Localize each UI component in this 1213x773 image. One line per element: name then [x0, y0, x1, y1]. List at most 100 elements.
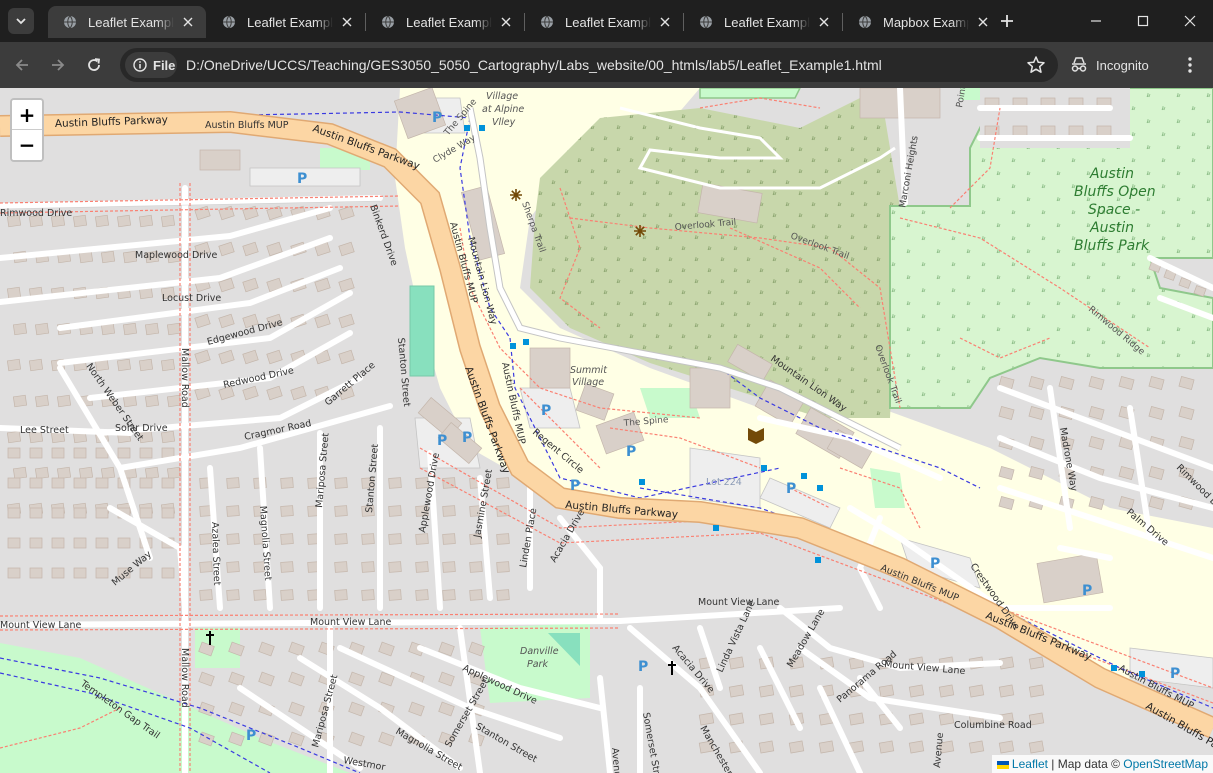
map-label-avenue: Avenue: [609, 747, 623, 773]
map-label-austin-bluffs-open-space-2: Bluffs Open: [1074, 184, 1156, 200]
close-tab-icon[interactable]: [657, 14, 673, 30]
chevron-down-icon: [16, 18, 26, 25]
bus-stop-icon: [510, 343, 516, 349]
zoom-in-button[interactable]: +: [12, 100, 42, 130]
bus-stop-icon: [639, 479, 645, 485]
forward-button[interactable]: [44, 51, 72, 79]
close-tab-icon[interactable]: [498, 14, 514, 30]
close-icon: [1184, 15, 1196, 27]
incognito-icon: [1071, 57, 1087, 72]
parking-icon: P: [432, 110, 442, 126]
tab-strip: Leaflet Example Leaflet Example Leaflet Ex…: [0, 0, 1213, 42]
close-tab-icon[interactable]: [180, 14, 196, 30]
tab-5[interactable]: Leaflet Example: [684, 6, 842, 38]
bus-stop-icon: [1111, 665, 1117, 671]
attribution-text: | Map data ©: [1047, 757, 1124, 771]
tab-search-button[interactable]: [8, 8, 34, 34]
arrow-right-icon: [52, 59, 65, 71]
close-window-button[interactable]: [1176, 8, 1204, 34]
tab-4[interactable]: Leaflet Example: [525, 6, 683, 38]
parking-icon: P: [246, 728, 256, 744]
map-label-village-line2: at Alpine: [482, 104, 524, 115]
tab-separator: [842, 13, 843, 31]
map-label-mallow-road: Mallow Road: [179, 348, 190, 408]
tab-separator: [365, 13, 366, 31]
incognito-label: Incognito: [1096, 57, 1149, 73]
parking-icon: P: [1170, 666, 1180, 682]
browser-menu-button[interactable]: [1178, 53, 1202, 77]
map-label-danville-park-2: Park: [527, 659, 548, 670]
parking-icon: P: [626, 444, 636, 460]
minimize-button[interactable]: [1082, 8, 1110, 34]
globe-icon: [698, 14, 714, 30]
map-label-solar-drive: Solar Drive: [115, 423, 168, 434]
map-label-rimwood-drive-w: Rimwood Drive: [0, 208, 72, 219]
map-label-village-line3: Vlley: [492, 117, 516, 128]
globe-icon: [62, 14, 78, 30]
bus-stop-icon: [479, 125, 485, 131]
tab-title: Mapbox Example: [883, 14, 969, 30]
map-label-mount-view-lane: Mount View Lane: [698, 597, 779, 608]
map-label-azalea-street: Azalea Street: [209, 522, 222, 586]
tab-3[interactable]: Leaflet Example: [366, 6, 524, 38]
maximize-icon: [1137, 15, 1149, 27]
parking-icon: P: [437, 433, 447, 449]
map-label-village-line1: Village: [486, 91, 518, 102]
map-label-lot-224: Lot 224: [706, 477, 742, 488]
parking-icon: P: [638, 659, 648, 675]
info-icon: [133, 58, 147, 72]
browser-window: Leaflet Example Leaflet Example Leaflet Ex…: [0, 0, 1213, 773]
map-label-austin-bluffs-open-space-4: Austin: [1089, 220, 1134, 236]
tab-title: Leaflet Example: [406, 14, 492, 30]
bus-stop-icon: [464, 125, 470, 131]
openstreetmap-link[interactable]: OpenStreetMap: [1123, 757, 1208, 771]
tab-title: Leaflet Example: [88, 14, 174, 30]
bus-stop-icon: [817, 485, 823, 491]
more-vertical-icon: [1188, 57, 1192, 73]
map-label-austin-bluffs-mup: Austin Bluffs MUP: [205, 120, 289, 131]
reload-button[interactable]: [80, 51, 108, 79]
bus-stop-icon: [713, 525, 719, 531]
leaflet-map[interactable]: Austin Bluffs Parkway Austin Bluffs MUP Au…: [0, 88, 1213, 773]
bus-stop-icon: [815, 557, 821, 563]
back-button[interactable]: [8, 51, 36, 79]
parking-icon: P: [930, 556, 940, 572]
bus-stop-icon: [523, 339, 529, 345]
close-tab-icon[interactable]: [339, 14, 355, 30]
parking-icon: P: [786, 481, 796, 497]
bookmark-star-icon[interactable]: [1026, 55, 1046, 75]
minimize-icon: [1091, 20, 1101, 22]
bus-stop-icon: [801, 473, 807, 479]
tab-title: Leaflet Example: [247, 14, 333, 30]
parking-icon: P: [570, 478, 580, 494]
close-tab-icon[interactable]: [975, 14, 991, 30]
url-text[interactable]: D:/OneDrive/UCCS/Teaching/GES3050_5050_C…: [186, 57, 882, 73]
map-label-austin-bluffs-open-space-3: Space -: [1088, 202, 1140, 218]
map-label-danville-park-1: Danville: [520, 646, 559, 657]
tab-separator: [524, 13, 525, 31]
reload-icon: [88, 58, 101, 71]
incognito-indicator[interactable]: Incognito: [1070, 53, 1149, 77]
arrow-left-icon: [15, 59, 28, 71]
bus-stop-icon: [1139, 671, 1145, 677]
tab-6[interactable]: Mapbox Example: [843, 6, 1001, 38]
globe-icon: [380, 14, 396, 30]
new-tab-button[interactable]: [996, 10, 1018, 32]
tab-1[interactable]: Leaflet Example: [48, 6, 206, 38]
map-label-austin-bluffs-open-space-5: Bluffs Park: [1074, 238, 1150, 254]
site-info-chip[interactable]: File: [125, 52, 177, 78]
leaflet-link[interactable]: Leaflet: [1012, 757, 1048, 771]
tab-2[interactable]: Leaflet Example: [207, 6, 365, 38]
viewpoint-icon: [510, 189, 522, 201]
close-tab-icon[interactable]: [816, 14, 832, 30]
parking-icon: P: [462, 430, 472, 446]
globe-icon: [857, 14, 873, 30]
map-label-mount-view-lane: Mount View Lane: [0, 620, 81, 631]
map-tiles: Austin Bluffs Parkway Austin Bluffs MUP Au…: [0, 88, 1213, 773]
parking-icon: P: [1082, 583, 1092, 599]
viewpoint-icon: [634, 225, 646, 237]
zoom-out-button[interactable]: −: [12, 130, 42, 160]
scheme-label: File: [153, 57, 176, 73]
maximize-button[interactable]: [1129, 8, 1157, 34]
address-bar[interactable]: File D:/OneDrive/UCCS/Teaching/GES3050_5…: [120, 48, 1058, 82]
